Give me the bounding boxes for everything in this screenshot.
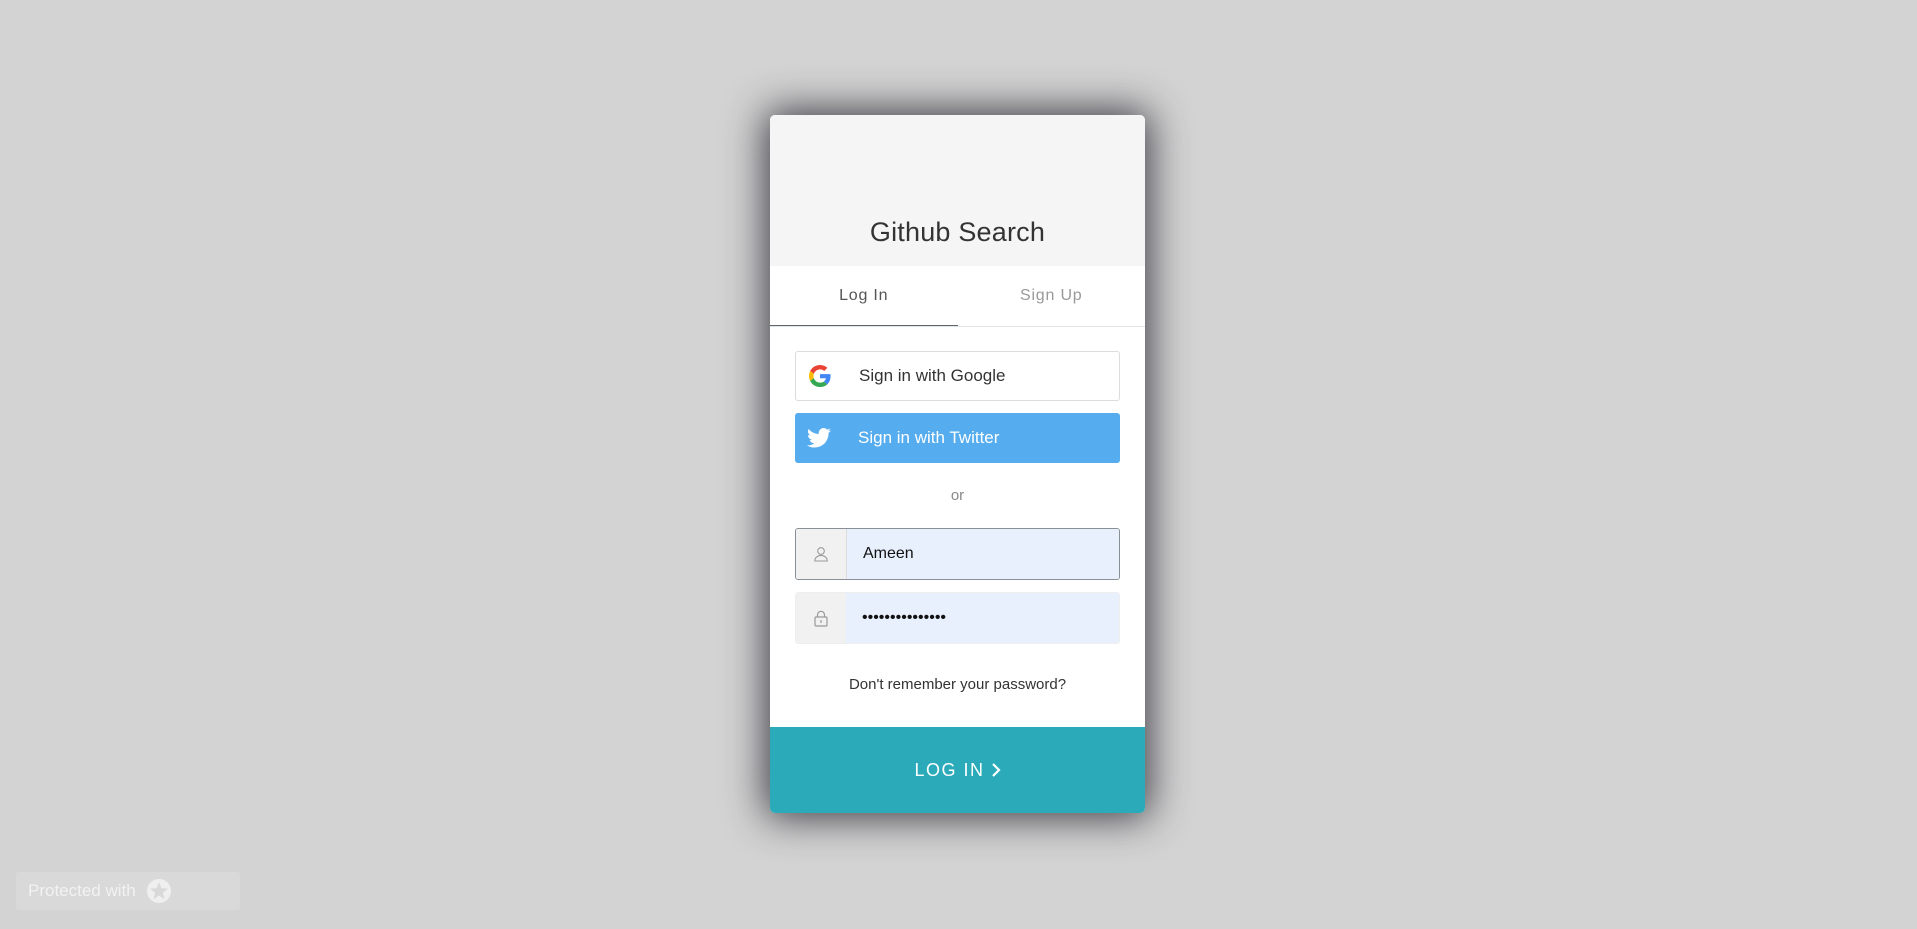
lock-icon — [796, 593, 846, 643]
sign-in-google-button[interactable]: Sign in with Google — [795, 351, 1120, 401]
google-button-label: Sign in with Google — [859, 366, 1006, 385]
chevron-right-icon — [991, 762, 1001, 778]
card-header: Github Search — [770, 115, 1145, 266]
auth-tabs: Log In Sign Up — [770, 266, 1145, 327]
log-in-submit-button[interactable]: LOG IN — [770, 727, 1145, 813]
forgot-password-link[interactable]: Don't remember your password? — [770, 676, 1145, 693]
or-divider: or — [950, 487, 965, 504]
password-field — [795, 592, 1120, 644]
auth-logo-icon — [146, 878, 172, 904]
twitter-bird-icon — [795, 414, 843, 462]
user-icon — [796, 529, 846, 579]
protected-badge[interactable]: Protected with — [16, 872, 240, 910]
twitter-button-label: Sign in with Twitter — [858, 428, 1000, 447]
protected-label: Protected with — [28, 881, 136, 900]
sign-in-twitter-button[interactable]: Sign in with Twitter — [795, 413, 1120, 463]
google-g-icon — [796, 352, 844, 400]
password-input[interactable] — [846, 593, 1119, 643]
page-background: Github Search Log In Sign Up Sign in wit… — [0, 0, 1917, 929]
tab-log-in[interactable]: Log In — [770, 266, 958, 326]
username-field — [795, 528, 1120, 580]
log-in-label: LOG IN — [914, 759, 985, 780]
tab-sign-up[interactable]: Sign Up — [958, 266, 1146, 326]
social-login-group: Sign in with Google Sign in with Twitter — [795, 351, 1120, 463]
app-title: Github Search — [869, 217, 1046, 247]
username-input[interactable] — [846, 529, 1119, 579]
login-card: Github Search Log In Sign Up Sign in wit… — [770, 115, 1145, 813]
